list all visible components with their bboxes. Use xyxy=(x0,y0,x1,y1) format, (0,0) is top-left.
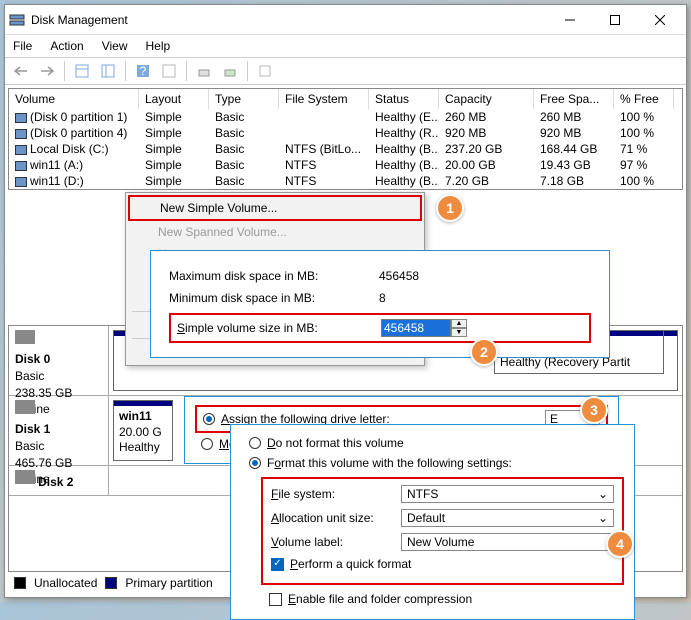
max-space-label: Maximum disk space in MB: xyxy=(169,269,379,283)
min-space-label: Minimum disk space in MB: xyxy=(169,291,379,305)
menu-view[interactable]: View xyxy=(102,39,128,53)
min-space-value: 8 xyxy=(379,291,469,305)
toolbar-icon[interactable] xyxy=(157,60,181,82)
volumelabel-label: Volume label: xyxy=(271,535,401,549)
chevron-down-icon: ⌄ xyxy=(598,487,608,501)
toolbar-icon[interactable] xyxy=(218,60,242,82)
quickformat-checkbox[interactable] xyxy=(271,558,284,571)
size-highlight-box: Simple volume size in MB: 456458 ▲▼ xyxy=(169,313,591,343)
legend-label: Primary partition xyxy=(125,576,212,590)
legend-swatch-primary xyxy=(105,577,117,589)
max-space-value: 456458 xyxy=(379,269,469,283)
format-label: Format this volume with the following se… xyxy=(267,456,512,470)
toolbar-icon[interactable] xyxy=(96,60,120,82)
col-volume[interactable]: Volume xyxy=(9,89,139,109)
volume-list-header: Volume Layout Type File System Status Ca… xyxy=(9,89,682,109)
col-free[interactable]: Free Spa... xyxy=(534,89,614,109)
col-layout[interactable]: Layout xyxy=(139,89,209,109)
partition[interactable]: win11 20.00 G Healthy xyxy=(113,400,173,461)
noformat-label: Do not format this volume xyxy=(267,436,404,450)
format-radio[interactable] xyxy=(249,457,261,469)
volume-row[interactable]: (Disk 0 partition 4)SimpleBasicHealthy (… xyxy=(9,125,682,141)
maximize-button[interactable] xyxy=(592,5,637,34)
forward-button[interactable] xyxy=(35,60,59,82)
toolbar-icon[interactable] xyxy=(192,60,216,82)
chevron-down-icon: ⌄ xyxy=(598,511,608,525)
col-status[interactable]: Status xyxy=(369,89,439,109)
legend-label: Unallocated xyxy=(34,576,97,590)
disk-name: Disk 0 xyxy=(15,352,50,366)
help-icon[interactable]: ? xyxy=(131,60,155,82)
allocation-select[interactable]: Default⌄ xyxy=(401,509,614,527)
col-pctfree[interactable]: % Free xyxy=(614,89,674,109)
volumelabel-input[interactable]: New Volume xyxy=(401,533,614,551)
disk-icon xyxy=(15,470,35,484)
spin-up-icon[interactable]: ▲ xyxy=(451,319,467,328)
disk-header: Disk 1 Basic 465.76 GB Online xyxy=(9,396,109,465)
col-filesystem[interactable]: File System xyxy=(279,89,369,109)
quickformat-label: Perform a quick format xyxy=(290,557,411,571)
compression-label: Enable file and folder compression xyxy=(288,592,472,606)
volume-row[interactable]: win11 (D:)SimpleBasicNTFSHealthy (B...7.… xyxy=(9,173,682,189)
volume-list[interactable]: Volume Layout Type File System Status Ca… xyxy=(8,88,683,190)
volume-size-panel: Maximum disk space in MB: 456458 Minimum… xyxy=(150,250,610,358)
allocation-label: Allocation unit size: xyxy=(271,511,401,525)
noformat-radio[interactable] xyxy=(249,437,261,449)
svg-text:?: ? xyxy=(140,64,147,78)
disk-header: Disk 2 xyxy=(9,466,109,495)
format-panel: Do not format this volume Format this vo… xyxy=(230,424,635,620)
filesystem-select[interactable]: NTFS⌄ xyxy=(401,485,614,503)
size-spinner[interactable]: ▲▼ xyxy=(451,319,467,337)
disk-icon xyxy=(15,330,35,344)
menu-new-simple-volume[interactable]: New Simple Volume... xyxy=(128,195,422,221)
toolbar: ? xyxy=(5,57,686,85)
compression-checkbox[interactable] xyxy=(269,593,282,606)
back-button[interactable] xyxy=(9,60,33,82)
menu-action[interactable]: Action xyxy=(50,39,83,53)
disk-icon xyxy=(15,400,35,414)
annotation-badge-3: 3 xyxy=(580,396,608,424)
annotation-badge-2: 2 xyxy=(470,338,498,366)
disk-header: Disk 0 Basic 238.35 GB Online xyxy=(9,326,109,395)
volume-row[interactable]: (Disk 0 partition 1)SimpleBasicHealthy (… xyxy=(9,109,682,125)
size-label: Simple volume size in MB: xyxy=(177,321,381,335)
col-type[interactable]: Type xyxy=(209,89,279,109)
window-title: Disk Management xyxy=(31,13,547,27)
assign-radio[interactable] xyxy=(203,413,215,425)
app-icon xyxy=(9,12,25,28)
toolbar-icon[interactable] xyxy=(70,60,94,82)
disk-name: Disk 1 xyxy=(15,422,50,436)
size-input[interactable]: 456458 xyxy=(381,319,451,337)
menu-help[interactable]: Help xyxy=(146,39,171,53)
minimize-button[interactable] xyxy=(547,5,592,34)
volume-row[interactable]: win11 (A:)SimpleBasicNTFSHealthy (B...20… xyxy=(9,157,682,173)
disk-name: Disk 2 xyxy=(38,475,73,489)
menubar: File Action View Help xyxy=(5,35,686,57)
close-button[interactable] xyxy=(637,5,682,34)
annotation-badge-4: 4 xyxy=(606,530,634,558)
format-highlight-box: File system: NTFS⌄ Allocation unit size:… xyxy=(261,477,624,585)
volume-row[interactable]: Local Disk (C:)SimpleBasicNTFS (BitLo...… xyxy=(9,141,682,157)
col-capacity[interactable]: Capacity xyxy=(439,89,534,109)
toolbar-icon[interactable] xyxy=(253,60,277,82)
menu-file[interactable]: File xyxy=(13,39,32,53)
legend-swatch-unallocated xyxy=(14,577,26,589)
annotation-badge-1: 1 xyxy=(436,194,464,222)
filesystem-label: File system: xyxy=(271,487,401,501)
titlebar[interactable]: Disk Management xyxy=(5,5,686,35)
menu-new-spanned-volume: New Spanned Volume... xyxy=(128,221,422,243)
spin-down-icon[interactable]: ▼ xyxy=(451,328,467,337)
mount-radio[interactable] xyxy=(201,438,213,450)
